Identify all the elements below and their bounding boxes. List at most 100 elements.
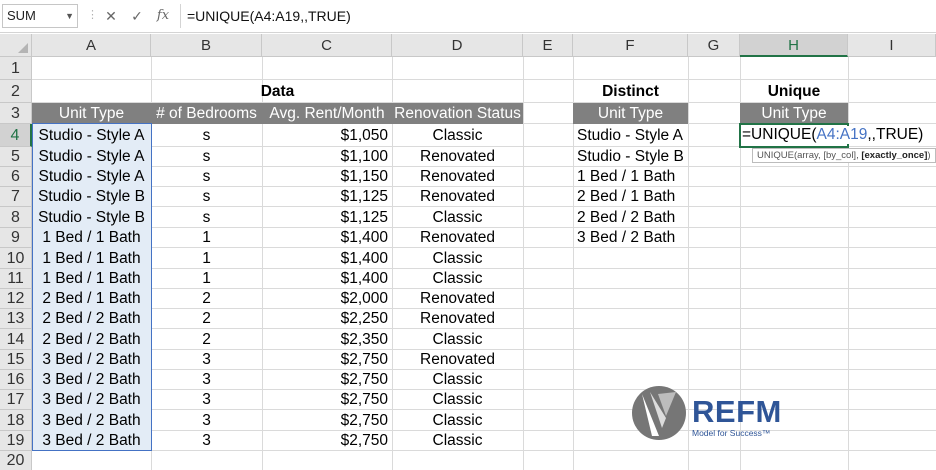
data-cell[interactable]: 3 Bed / 2 Bath [32,370,151,390]
data-cell[interactable]: 3 Bed / 2 Bath [32,410,151,431]
data-cell[interactable]: $1,050 [262,124,392,147]
data-cell[interactable]: 3 [151,350,262,370]
data-cell[interactable]: $1,400 [262,269,392,289]
distinct-cell[interactable]: 2 Bed / 1 Bath [573,187,688,207]
data-cell[interactable]: Classic [392,269,523,289]
data-cell[interactable]: Studio - Style A [32,124,151,147]
data-cell[interactable]: Renovated [392,228,523,248]
data-cell[interactable]: $2,750 [262,431,392,451]
data-cell[interactable]: $1,125 [262,187,392,207]
data-cell[interactable]: Classic [392,370,523,390]
row-header-17[interactable]: 17 [0,390,32,410]
distinct-cell[interactable]: 3 Bed / 2 Bath [573,228,688,248]
data-cell[interactable]: $2,250 [262,309,392,329]
row-header-4[interactable]: 4 [0,124,32,147]
data-cell[interactable]: Studio - Style B [32,187,151,207]
data-cell[interactable]: Classic [392,207,523,228]
row-header-14[interactable]: 14 [0,329,32,350]
data-cell[interactable]: $2,000 [262,289,392,309]
data-cell[interactable]: $1,400 [262,248,392,269]
row-header-11[interactable]: 11 [0,269,32,289]
data-cell[interactable]: 2 [151,329,262,350]
data-cell[interactable]: 1 Bed / 1 Bath [32,228,151,248]
distinct-cell[interactable]: Studio - Style B [573,147,688,167]
distinct-cell[interactable]: Studio - Style A [573,124,688,147]
data-cell[interactable]: Classic [392,248,523,269]
row-header-16[interactable]: 16 [0,370,32,390]
column-header-b[interactable]: B [151,34,262,57]
row-header-13[interactable]: 13 [0,309,32,329]
data-cell[interactable]: s [151,167,262,187]
row-header-8[interactable]: 8 [0,207,32,228]
data-cell[interactable]: 2 Bed / 2 Bath [32,329,151,350]
data-cell[interactable]: $1,150 [262,167,392,187]
data-cell[interactable]: Studio - Style A [32,167,151,187]
data-cell[interactable]: Studio - Style B [32,207,151,228]
data-cell[interactable]: $2,750 [262,390,392,410]
column-header-e[interactable]: E [523,34,573,57]
data-cell[interactable]: $2,750 [262,350,392,370]
data-cell[interactable]: $2,750 [262,370,392,390]
data-cell[interactable]: s [151,187,262,207]
data-cell[interactable]: 2 [151,289,262,309]
row-header-12[interactable]: 12 [0,289,32,309]
spreadsheet-grid[interactable]: ABCDEFGHI 1 2 3 4 5 6 7 8 9 10 11 12 13 14 15 16 17 18 19 2… [0,34,936,470]
formula-input[interactable]: =UNIQUE(A4:A19,,TRUE) [180,4,932,28]
formula-edit-text[interactable]: =UNIQUE(A4:A19,,TRUE) [742,126,924,144]
data-cell[interactable]: 3 Bed / 2 Bath [32,390,151,410]
data-cell[interactable]: 1 Bed / 1 Bath [32,248,151,269]
row-header-1[interactable]: 1 [0,57,32,80]
data-cell[interactable]: s [151,147,262,167]
data-cell[interactable]: Classic [392,329,523,350]
data-cell[interactable]: Renovated [392,289,523,309]
data-cell[interactable]: 1 Bed / 1 Bath [32,269,151,289]
column-header-d[interactable]: D [392,34,523,57]
row-header-6[interactable]: 6 [0,167,32,187]
data-cell[interactable]: $1,400 [262,228,392,248]
data-cell[interactable]: $2,350 [262,329,392,350]
data-cell[interactable]: Renovated [392,309,523,329]
data-cell[interactable]: 2 Bed / 1 Bath [32,289,151,309]
column-header-c[interactable]: C [262,34,392,57]
data-cell[interactable]: Classic [392,431,523,451]
name-box[interactable]: SUM ▼ [2,4,78,28]
column-header-a[interactable]: A [32,34,151,57]
data-cell[interactable]: $2,750 [262,410,392,431]
data-cell[interactable]: $1,100 [262,147,392,167]
row-header-15[interactable]: 15 [0,350,32,370]
data-cell[interactable]: 3 [151,370,262,390]
data-cell[interactable]: Renovated [392,147,523,167]
cancel-button[interactable]: ✕ [100,4,122,28]
drag-handle-icon[interactable]: ⋮ [87,8,98,21]
row-header-3[interactable]: 3 [0,103,32,124]
data-cell[interactable]: Classic [392,410,523,431]
row-header-10[interactable]: 10 [0,248,32,269]
data-cell[interactable]: 1 [151,248,262,269]
data-cell[interactable]: Renovated [392,187,523,207]
data-cell[interactable]: 2 [151,309,262,329]
data-cell[interactable]: Classic [392,390,523,410]
data-cell[interactable]: 2 Bed / 2 Bath [32,309,151,329]
data-cell[interactable]: $1,125 [262,207,392,228]
select-all-button[interactable] [0,34,32,57]
data-cell[interactable]: Renovated [392,167,523,187]
data-cell[interactable]: 1 [151,269,262,289]
column-header-h[interactable]: H [740,34,848,57]
data-cell[interactable]: Classic [392,124,523,147]
data-cell[interactable]: 3 Bed / 2 Bath [32,350,151,370]
row-header-20[interactable]: 20 [0,451,32,470]
insert-function-button[interactable]: fx [152,4,174,28]
distinct-cell[interactable]: 2 Bed / 2 Bath [573,207,688,228]
data-cell[interactable]: 3 [151,390,262,410]
row-header-18[interactable]: 18 [0,410,32,431]
data-cell[interactable]: 3 [151,431,262,451]
data-cell[interactable]: Renovated [392,350,523,370]
row-header-19[interactable]: 19 [0,431,32,451]
data-cell[interactable]: 1 [151,228,262,248]
distinct-cell[interactable]: 1 Bed / 1 Bath [573,167,688,187]
data-cell[interactable]: 3 Bed / 2 Bath [32,431,151,451]
enter-button[interactable]: ✓ [126,4,148,28]
column-header-i[interactable]: I [848,34,936,57]
data-cell[interactable]: 3 [151,410,262,431]
row-header-5[interactable]: 5 [0,147,32,167]
